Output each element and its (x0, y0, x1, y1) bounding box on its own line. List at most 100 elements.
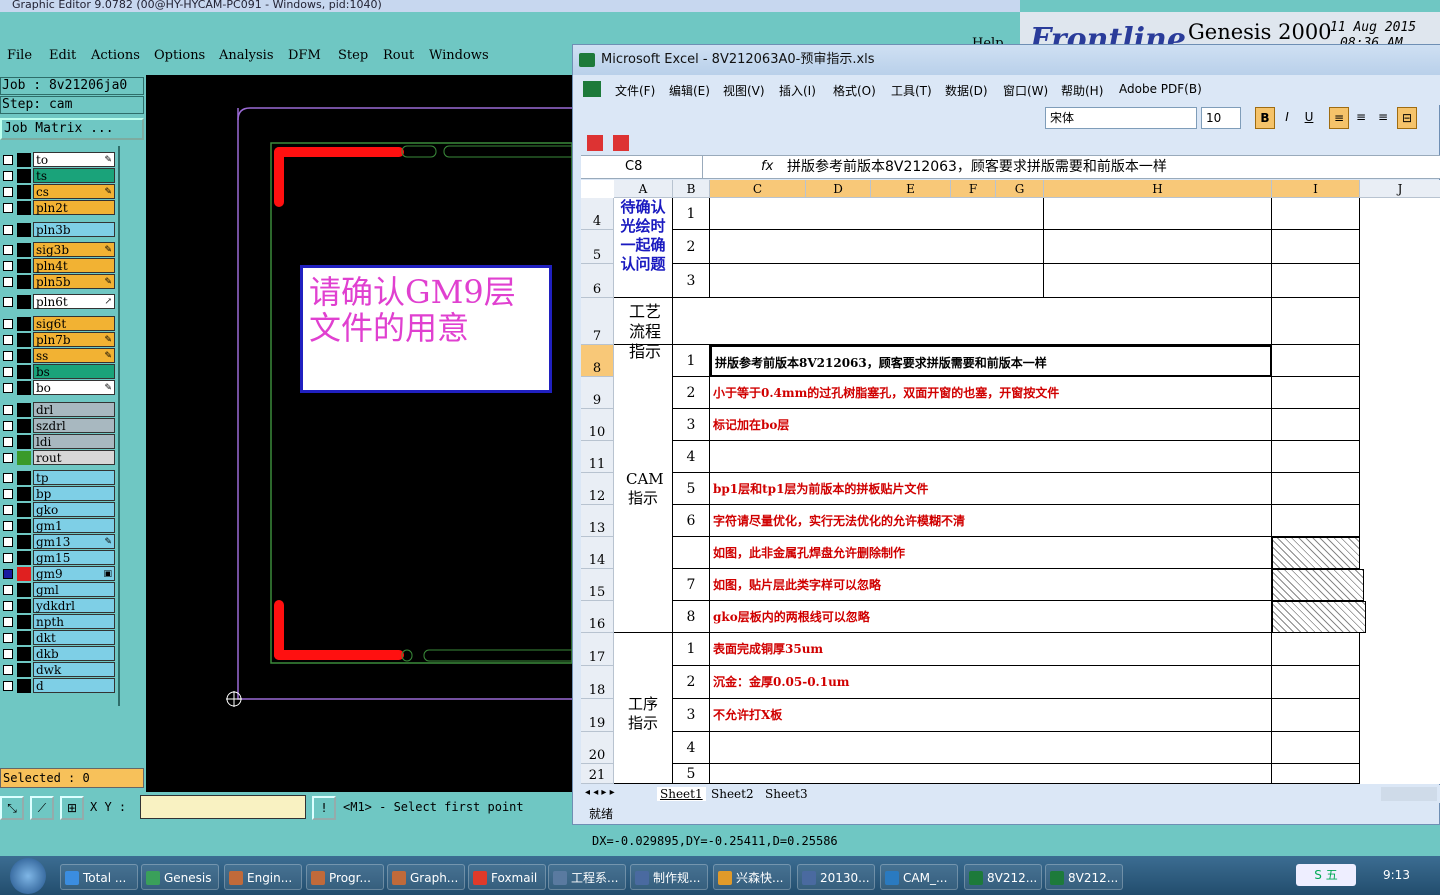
layer-row[interactable]: szdrl (0, 418, 118, 433)
layer-checkbox[interactable] (3, 473, 13, 483)
group-cam-cell[interactable]: CAM指示 (614, 345, 673, 633)
taskbar-item[interactable]: CAM_... (880, 864, 958, 890)
name-box[interactable]: C8 (581, 156, 703, 178)
image-thumbnail-icon[interactable] (1272, 569, 1364, 601)
j-cell[interactable] (1272, 298, 1360, 345)
column-header[interactable]: B (673, 180, 710, 198)
layer-name[interactable]: tp (33, 470, 115, 485)
blank-cell[interactable] (710, 264, 1044, 298)
row-header[interactable]: 6 (581, 264, 614, 298)
layer-name[interactable]: pln5b ✎ (33, 274, 115, 289)
align-left-icon[interactable]: ≡ (1329, 107, 1349, 129)
column-header[interactable]: I (1272, 180, 1360, 198)
layer-checkbox[interactable] (3, 617, 13, 627)
taskbar-item[interactable]: 20130... (797, 864, 875, 890)
italic-button[interactable]: I (1277, 107, 1297, 129)
taskbar-item[interactable]: Graph... (387, 864, 465, 890)
cam-text-cell[interactable]: 小于等于0.4mm的过孔树脂塞孔，双面开窗的也塞，开窗按文件 (710, 377, 1272, 409)
column-header[interactable]: E (871, 180, 951, 198)
layer-color-swatch[interactable] (17, 349, 31, 363)
row-header[interactable]: 13 (581, 505, 614, 537)
layer-checkbox[interactable] (3, 585, 13, 595)
row-header[interactable]: 14 (581, 537, 614, 569)
layer-row[interactable]: pln7b ✎ (0, 332, 118, 347)
layer-checkbox[interactable] (3, 367, 13, 377)
taskbar-item[interactable]: 制作规... (630, 864, 708, 890)
row-header[interactable]: 4 (581, 198, 614, 230)
row-header[interactable]: 11 (581, 441, 614, 473)
column-header[interactable]: H (1044, 180, 1272, 198)
bold-button[interactable]: B (1255, 107, 1275, 129)
row-header[interactable]: 10 (581, 409, 614, 441)
proc-number-cell[interactable]: 2 (673, 666, 710, 699)
j-cell[interactable] (1272, 264, 1360, 298)
blank-cell[interactable] (710, 198, 1044, 230)
layer-color-swatch[interactable] (17, 471, 31, 485)
row-header[interactable]: 20 (581, 732, 614, 764)
column-header[interactable]: A (614, 180, 673, 198)
layer-color-swatch[interactable] (17, 275, 31, 289)
cam-number-cell[interactable]: 1 (673, 345, 710, 377)
cam-text-cell[interactable]: 字符请尽量优化，实行无法优化的允许模糊不清 (710, 505, 1272, 537)
layer-name[interactable]: sig6t (33, 316, 115, 331)
layer-name[interactable]: sig3b ✎ (33, 242, 115, 257)
j-cell[interactable] (1272, 732, 1360, 764)
column-header[interactable]: F (951, 180, 996, 198)
row-header[interactable]: 8 (581, 345, 614, 377)
layer-color-swatch[interactable] (17, 583, 31, 597)
menu-file[interactable]: File (7, 48, 32, 63)
align-right-icon[interactable]: ≡ (1373, 107, 1393, 129)
blank-cell[interactable] (1044, 264, 1272, 298)
layer-name[interactable]: dkt (33, 630, 115, 645)
row-header[interactable]: 17 (581, 633, 614, 666)
j-cell[interactable] (1272, 764, 1360, 784)
layer-checkbox[interactable] (3, 351, 13, 361)
group-confirm-cell[interactable]: 待确认光绘时一起确认问题 (614, 198, 673, 298)
sheet-nav-icon[interactable]: ◂ ◂ ▸ ▸ (585, 787, 615, 798)
layer-name[interactable]: pln2t (33, 200, 115, 215)
layer-color-swatch[interactable] (17, 365, 31, 379)
column-header[interactable]: C (710, 180, 806, 198)
group-process-cell[interactable]: 工艺流程指示 (614, 298, 673, 361)
layer-name[interactable]: gm1 (33, 518, 115, 533)
layer-name[interactable]: pln6t ↗ (33, 294, 115, 309)
layer-checkbox[interactable] (3, 277, 13, 287)
xmenu-adobe[interactable]: Adobe PDF(B) (1119, 82, 1202, 96)
layer-checkbox[interactable] (3, 225, 13, 235)
layer-color-swatch[interactable] (17, 435, 31, 449)
row-header[interactable]: 15 (581, 569, 614, 601)
xmenu-file[interactable]: 文件(F) (615, 82, 655, 99)
row-header[interactable]: 5 (581, 230, 614, 264)
layer-row[interactable]: gm13 ✎ (0, 534, 118, 549)
layer-row[interactable]: to ✎ (0, 152, 118, 167)
proc-number-cell[interactable]: 3 (673, 699, 710, 732)
pdf-icon[interactable] (587, 135, 603, 151)
image-thumbnail-icon[interactable] (1272, 601, 1366, 633)
layer-color-swatch[interactable] (17, 567, 31, 581)
layer-name[interactable]: pln4t (33, 258, 115, 273)
taskbar-item[interactable]: Total ... (60, 864, 138, 890)
layer-name[interactable]: ts (33, 168, 115, 183)
layer-checkbox[interactable] (3, 665, 13, 675)
j-cell[interactable] (1272, 345, 1360, 377)
start-button[interactable] (10, 858, 46, 894)
layer-row[interactable]: gm9 ▣ (0, 566, 118, 581)
layer-row[interactable]: gm1 (0, 518, 118, 533)
layer-color-swatch[interactable] (17, 185, 31, 199)
blank-cell[interactable] (1044, 230, 1272, 264)
layer-row[interactable]: ldi (0, 434, 118, 449)
merge-center-icon[interactable]: ⊟ (1397, 107, 1417, 129)
row-header[interactable]: 12 (581, 473, 614, 505)
taskbar-item[interactable]: Foxmail (468, 864, 546, 890)
xmenu-view[interactable]: 视图(V) (723, 82, 765, 99)
proc-number-cell[interactable]: 5 (673, 764, 710, 784)
layer-checkbox[interactable] (3, 601, 13, 611)
layer-row[interactable]: pln5b ✎ (0, 274, 118, 289)
row-header[interactable]: 21 (581, 764, 614, 784)
layer-color-swatch[interactable] (17, 419, 31, 433)
layer-row[interactable]: bo ✎ (0, 380, 118, 395)
layer-checkbox[interactable] (3, 421, 13, 431)
cam-number-cell[interactable]: 7 (673, 569, 710, 601)
number-cell[interactable]: 1 (673, 198, 710, 230)
layer-color-swatch[interactable] (17, 381, 31, 395)
